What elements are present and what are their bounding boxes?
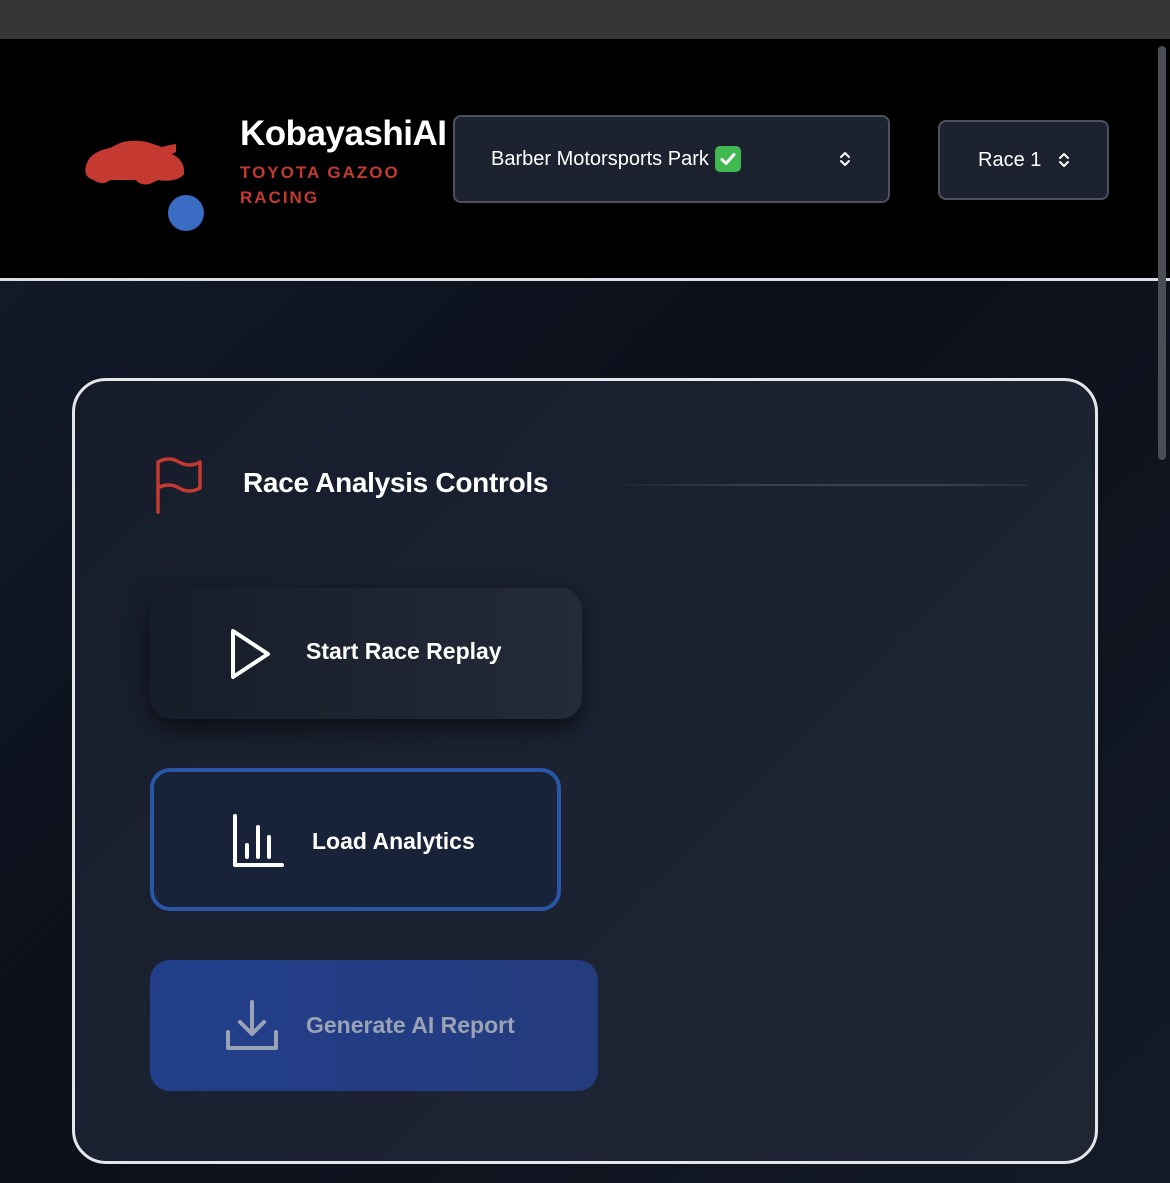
- window-top-bar: [0, 0, 1170, 39]
- start-race-replay-button[interactable]: Start Race Replay: [150, 588, 582, 719]
- download-icon: [226, 1000, 278, 1050]
- generate-ai-report-label: Generate AI Report: [306, 1012, 515, 1038]
- scrollbar[interactable]: [1158, 46, 1166, 460]
- load-analytics-button[interactable]: Load Analytics: [150, 768, 561, 911]
- race-select[interactable]: Race 1: [938, 120, 1109, 200]
- bar-chart-icon: [233, 814, 284, 867]
- race-select-value: Race 1: [978, 148, 1042, 171]
- flag-icon: [156, 457, 202, 514]
- panel-title-rule: [599, 484, 1027, 486]
- play-icon: [231, 629, 270, 679]
- race-analysis-panel: Race Analysis Controls Start Race Replay…: [72, 378, 1098, 1164]
- race-car-logo-icon: [85, 140, 204, 231]
- app-subtitle: TOYOTA GAZOO RACING: [240, 163, 400, 207]
- scrollbar-thumb[interactable]: [1158, 46, 1166, 460]
- app-title: KobayashiAI: [240, 114, 447, 153]
- track-select-value: Barber Motorsports Park: [491, 147, 709, 170]
- check-mark-icon: [714, 146, 741, 172]
- start-race-replay-label: Start Race Replay: [306, 638, 502, 664]
- panel-title: Race Analysis Controls: [243, 467, 549, 498]
- chevron-up-down-icon: [1059, 153, 1069, 167]
- generate-ai-report-button[interactable]: Generate AI Report: [150, 960, 598, 1091]
- load-analytics-label: Load Analytics: [312, 828, 475, 854]
- chevron-up-down-icon: [840, 152, 850, 166]
- track-select[interactable]: Barber Motorsports Park: [453, 115, 890, 203]
